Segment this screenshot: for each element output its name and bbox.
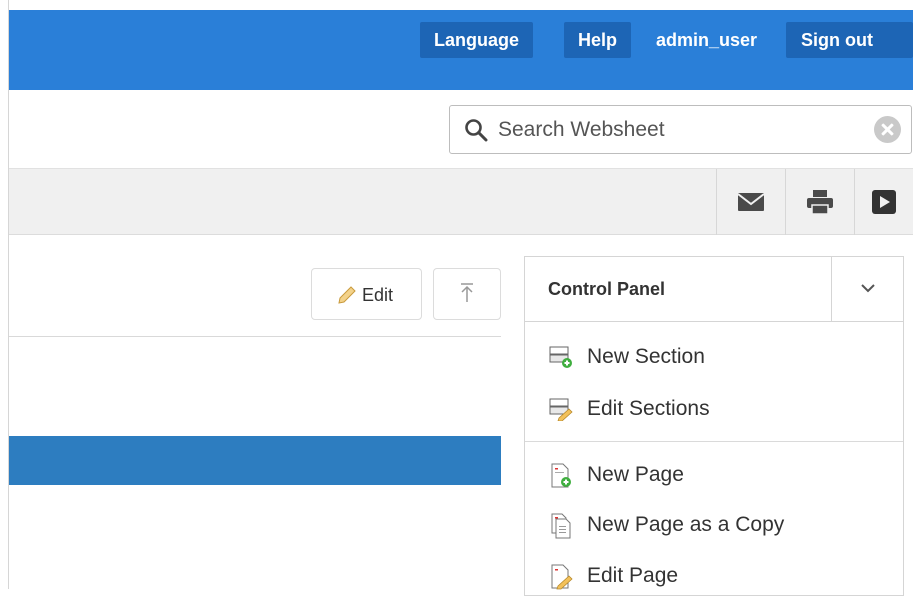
present-button[interactable]	[854, 169, 913, 235]
copy-page-icon	[551, 513, 571, 539]
edit-page-icon	[551, 564, 573, 590]
control-panel-header: Control Panel	[525, 257, 903, 322]
arrow-up-icon	[461, 283, 473, 302]
new-page-icon	[551, 463, 571, 488]
search-placeholder: Search Websheet	[498, 118, 665, 141]
search-input[interactable]: Search Websheet	[449, 105, 912, 154]
top-header: Language Help admin_user Sign out	[9, 10, 913, 90]
chevron-down-icon	[861, 284, 875, 293]
left-border	[0, 0, 9, 589]
edit-label: Edit	[362, 285, 394, 305]
edit-sections-icon	[549, 398, 573, 421]
control-panel-title: Control Panel	[548, 279, 666, 299]
email-button[interactable]	[716, 169, 784, 235]
edit-page-label: Edit Page	[587, 564, 679, 587]
print-button[interactable]	[785, 169, 853, 235]
new-section-label: New Section	[587, 345, 705, 368]
username-label: admin_user	[656, 30, 758, 50]
section-header-bar	[9, 436, 501, 485]
control-panel-divider	[525, 441, 903, 442]
edit-button[interactable]: Edit	[311, 268, 422, 320]
help-button[interactable]: Help	[564, 22, 632, 58]
content-divider	[9, 336, 501, 337]
print-icon	[806, 190, 833, 214]
control-panel: Control Panel New Section Edit Sections	[524, 256, 904, 596]
toolbar	[9, 169, 913, 235]
collapse-toggle[interactable]	[831, 257, 904, 321]
language-button[interactable]: Language	[420, 22, 534, 58]
scroll-to-top-button[interactable]	[433, 268, 501, 320]
search-icon	[465, 119, 488, 142]
clear-search-icon[interactable]	[874, 116, 901, 143]
pencil-icon	[338, 286, 356, 304]
sign-out-button[interactable]: Sign out	[786, 22, 913, 58]
new-section-icon	[549, 346, 572, 368]
play-icon	[872, 190, 896, 214]
edit-sections-label: Edit Sections	[587, 397, 710, 420]
mail-icon	[737, 193, 764, 211]
new-page-label: New Page	[587, 463, 684, 486]
search-row: Search Websheet	[9, 90, 913, 169]
new-page-copy-label: New Page as a Copy	[587, 513, 785, 536]
